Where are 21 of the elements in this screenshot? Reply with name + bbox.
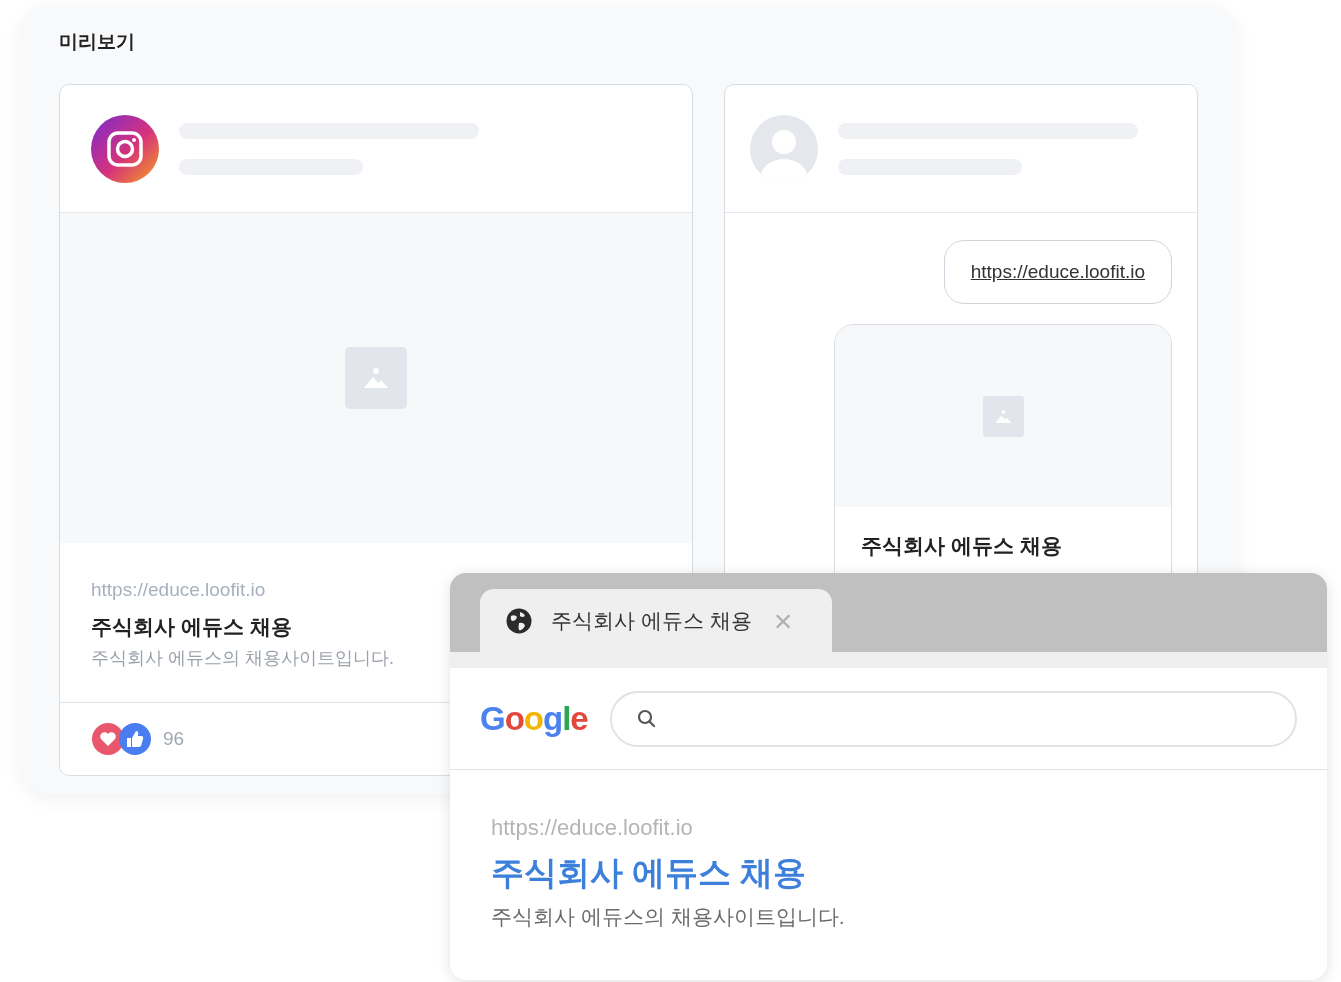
reaction-count: 96 [163,726,185,751]
search-icon [635,707,658,730]
image-icon [345,347,408,409]
instagram-logo-icon [91,114,159,183]
link-url: https://educe.loofit.io [91,578,266,602]
result-url: https://educe.loofit.io [491,814,694,842]
reactions-icon [91,722,153,756]
card-title: 주식회사 에듀스 채용 [860,533,1063,559]
globe-icon [505,606,533,635]
tab-title: 주식회사 에듀스 채용 [551,607,752,634]
avatar-icon [750,114,819,183]
link-bubble[interactable]: https://educe.loofit.io [943,240,1172,304]
browser-tab[interactable]: 주식회사 에듀스 채용 × [480,589,832,652]
result-description: 주식회사 에듀스의 채용사이트입니다. [491,904,846,930]
post-description: 주식회사 에듀스의 채용사이트입니다. [91,647,394,670]
result-title-link[interactable]: 주식회사 에듀스 채용 [491,852,807,894]
google-logo: Google [480,698,588,739]
panel-title: 미리보기 [59,31,136,53]
search-field[interactable] [609,690,1297,747]
post-title: 주식회사 에듀스 채용 [91,614,292,640]
image-icon [982,395,1024,437]
